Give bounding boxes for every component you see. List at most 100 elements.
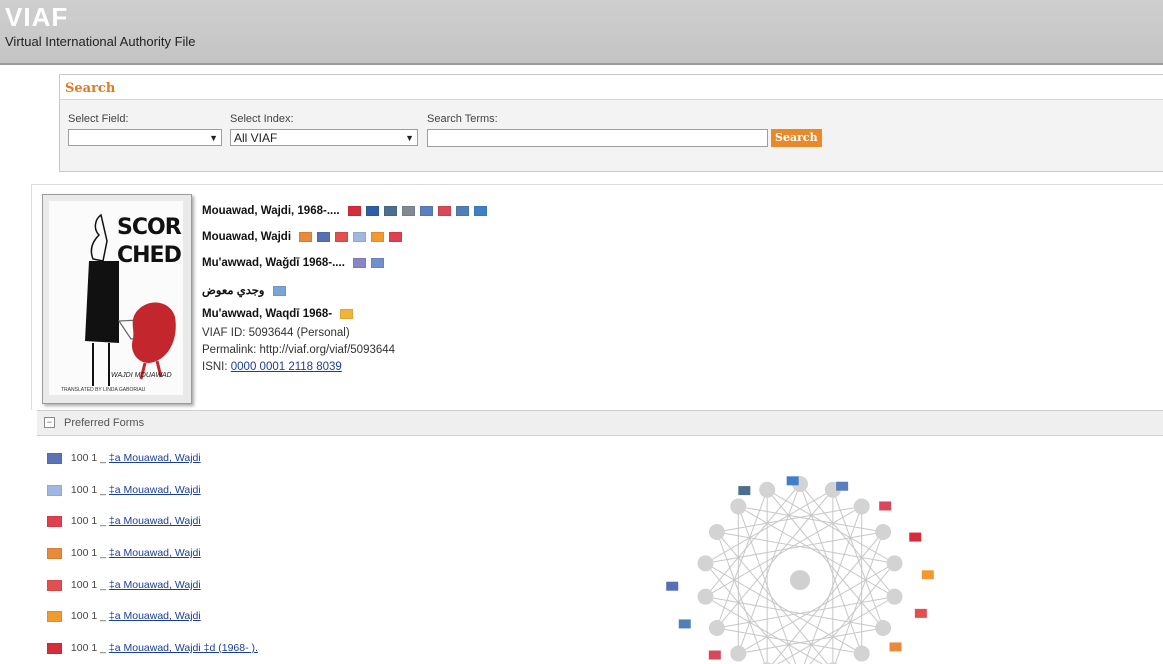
viaf-id: VIAF ID: 5093644 (Personal) <box>202 327 350 339</box>
name-heading-text[interactable]: وجدي معوض <box>202 285 264 297</box>
search-terms-input[interactable] <box>427 129 768 147</box>
network-node[interactable] <box>708 620 725 636</box>
name-heading-text[interactable]: Mu'awwad, Waǧdī 1968-.... <box>202 257 345 269</box>
network-node[interactable] <box>853 645 870 662</box>
network-link <box>737 506 797 664</box>
select-field-label: Select Field: <box>68 113 129 125</box>
source-flag-icon[interactable] <box>47 642 62 654</box>
source-flag-icon[interactable] <box>389 231 403 242</box>
source-flag-icon[interactable] <box>272 285 286 296</box>
source-flag-icon[interactable] <box>47 579 62 591</box>
search-button[interactable]: Search <box>771 129 822 147</box>
source-flag-icon[interactable] <box>455 205 469 216</box>
network-source-flag-icon[interactable] <box>678 619 691 629</box>
source-flag-icon[interactable] <box>365 205 379 216</box>
network-source-flag-icon[interactable] <box>879 501 892 511</box>
network-node[interactable] <box>708 524 725 540</box>
marc-tag: 100 1 _ <box>70 515 106 527</box>
source-flag-icon[interactable] <box>383 205 397 216</box>
permalink[interactable]: Permalink: http://viaf.org/viaf/5093644 <box>202 344 395 356</box>
network-node[interactable] <box>697 555 714 572</box>
marc-tag: 100 1 _ <box>70 452 106 464</box>
network-source-flag-icon[interactable] <box>889 642 902 652</box>
isni-link[interactable]: 0000 0001 2118 8039 <box>231 361 342 373</box>
network-source-flag-icon[interactable] <box>914 608 927 618</box>
name-heading-text[interactable]: Mouawad, Wajdi <box>202 231 291 243</box>
search-panel-header: Search <box>60 75 1163 100</box>
source-flag-icon[interactable] <box>371 231 385 242</box>
isni-line: ISNI: 0000 0001 2118 8039 <box>202 361 342 373</box>
source-flag-icon[interactable] <box>299 231 313 242</box>
source-flag-icon[interactable] <box>317 231 331 242</box>
source-flag-icon[interactable] <box>47 547 62 559</box>
preferred-form-row: 100 1 _ ‡a Mouawad, Wajdi <box>47 579 201 591</box>
source-flag-icon[interactable] <box>47 610 62 622</box>
dropdown-arrow-icon: ▼ <box>405 133 414 143</box>
source-flag-icon[interactable] <box>47 452 62 464</box>
network-node[interactable] <box>730 498 747 515</box>
network-node[interactable] <box>875 524 892 540</box>
cover-translator: TRANSLATED BY LINDA GABORIAU <box>61 387 146 393</box>
name-heading-text[interactable]: Mouawad, Wajdi, 1968-.... <box>202 205 340 217</box>
network-hub-node[interactable] <box>790 570 810 590</box>
network-source-flag-icon[interactable] <box>738 486 751 496</box>
network-source-flag-icon[interactable] <box>836 481 849 491</box>
source-flag-icon[interactable] <box>353 257 367 268</box>
app-header: VIAF Virtual International Authority Fil… <box>0 0 1163 65</box>
preferred-form-link[interactable]: ‡a Mouawad, Wajdi <box>109 579 201 591</box>
preferred-form-link[interactable]: ‡a Mouawad, Wajdi <box>109 610 201 622</box>
network-source-flag-icon[interactable] <box>909 532 922 542</box>
preferred-forms-label: Preferred Forms <box>64 417 145 429</box>
preferred-form-link[interactable]: ‡a Mouawad, Wajdi <box>109 547 201 559</box>
source-flag-icon[interactable] <box>419 205 433 216</box>
network-source-flag-icon[interactable] <box>786 476 799 486</box>
preferred-forms-header[interactable]: − Preferred Forms <box>37 410 1163 436</box>
select-index-label: Select Index: <box>230 113 294 125</box>
source-flags <box>343 205 487 217</box>
source-flag-icon[interactable] <box>401 205 415 216</box>
select-field-dropdown[interactable]: ▼ <box>68 129 222 146</box>
network-node[interactable] <box>886 555 903 572</box>
source-flags <box>268 285 286 297</box>
network-source-flag-icon[interactable] <box>708 650 721 660</box>
name-heading: Mouawad, Wajdi, 1968-.... <box>202 205 487 217</box>
network-node[interactable] <box>759 481 776 498</box>
name-heading: Mu'awwad, Waǧdī 1968-.... <box>202 257 385 269</box>
viaf-logo[interactable]: VIAF <box>5 4 68 30</box>
preferred-form-link[interactable]: ‡a Mouawad, Wajdi <box>109 452 201 464</box>
name-heading: Mu'awwad, Waqdī 1968- <box>202 308 354 320</box>
select-index-dropdown[interactable]: All VIAF ▼ <box>230 129 418 146</box>
source-network-graph[interactable] <box>640 438 960 664</box>
source-flag-icon[interactable] <box>437 205 451 216</box>
source-flag-icon[interactable] <box>353 231 367 242</box>
authority-record <box>31 184 1163 410</box>
preferred-form-row: 100 1 _ ‡a Mouawad, Wajdi <box>47 452 201 464</box>
preferred-form-row: 100 1 _ ‡a Mouawad, Wajdi <box>47 515 201 527</box>
network-node[interactable] <box>730 645 747 662</box>
collapse-icon[interactable]: − <box>44 417 55 428</box>
network-source-flag-icon[interactable] <box>921 570 934 580</box>
source-flag-icon[interactable] <box>340 308 354 319</box>
source-flag-icon[interactable] <box>371 257 385 268</box>
source-flag-icon[interactable] <box>473 205 487 216</box>
source-flag-icon[interactable] <box>47 515 62 527</box>
network-node[interactable] <box>875 620 892 636</box>
preferred-form-link[interactable]: ‡a Mouawad, Wajdi ‡d (1968- ). <box>109 642 258 654</box>
network-node[interactable] <box>697 588 714 605</box>
source-flags <box>348 257 385 269</box>
book-cover-art: SCOR CHED WAJDI MOUAWAD TRANSLATED BY LI… <box>49 201 183 395</box>
network-node[interactable] <box>853 498 870 515</box>
source-flag-icon[interactable] <box>335 231 349 242</box>
preferred-form-link[interactable]: ‡a Mouawad, Wajdi <box>109 515 201 527</box>
name-heading-text[interactable]: Mu'awwad, Waqdī 1968- <box>202 308 332 320</box>
source-flag-icon[interactable] <box>347 205 361 216</box>
network-source-flag-icon[interactable] <box>666 581 679 591</box>
marc-tag: 100 1 _ <box>70 579 106 591</box>
network-link <box>803 506 863 664</box>
book-cover-image[interactable]: SCOR CHED WAJDI MOUAWAD TRANSLATED BY LI… <box>42 194 192 404</box>
network-node[interactable] <box>886 588 903 605</box>
preferred-form-link[interactable]: ‡a Mouawad, Wajdi <box>109 484 201 496</box>
marc-tag: 100 1 _ <box>70 547 106 559</box>
dropdown-arrow-icon: ▼ <box>209 133 218 143</box>
source-flag-icon[interactable] <box>47 484 62 496</box>
